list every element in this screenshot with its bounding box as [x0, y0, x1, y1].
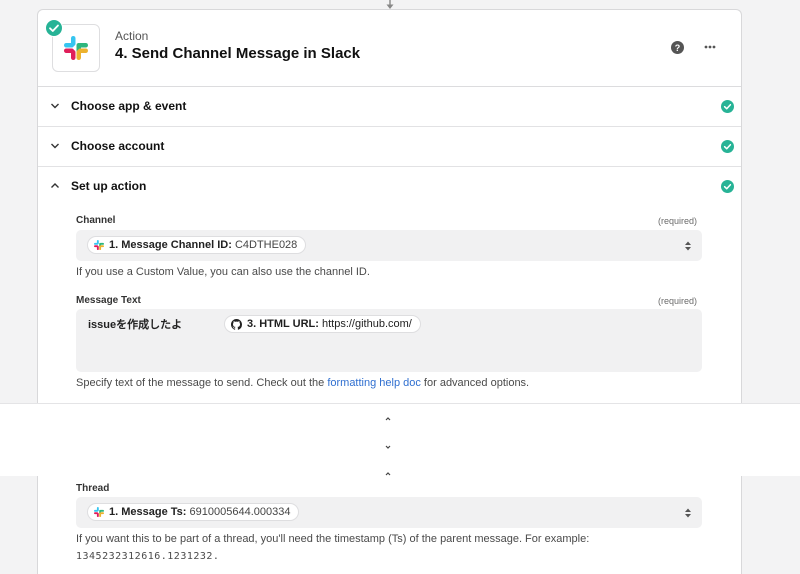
thread-label: Thread — [76, 483, 110, 494]
slack-logo-icon — [94, 240, 104, 250]
section-choose-app-event[interactable]: Choose app & event — [38, 87, 741, 127]
step-title[interactable]: 4. Send Channel Message in Slack — [115, 45, 360, 62]
thread-value-pill[interactable]: 1. Message Ts: 6910005644.000334 — [87, 503, 300, 521]
svg-text:?: ? — [675, 43, 681, 53]
check-circle-icon — [721, 180, 734, 193]
thread-select[interactable]: 1. Message Ts: 6910005644.000334 — [76, 497, 702, 528]
more-options-icon[interactable] — [704, 45, 716, 49]
chevron-down-icon — [51, 103, 59, 109]
thread-hint-line1: If you want this to be part of a thread,… — [76, 533, 590, 545]
expand-down-icon[interactable] — [385, 444, 391, 450]
pill-value: 6910005644.000334 — [189, 506, 291, 518]
pill-label: 1. Message Channel ID: — [109, 239, 232, 251]
html-url-pill[interactable]: 3. HTML URL: https://github.com/ — [224, 315, 421, 333]
hint-text: for advanced options. — [420, 377, 530, 389]
slack-logo-icon — [94, 507, 104, 517]
section-set-up-action[interactable]: Set up action — [38, 167, 741, 206]
message-text-required: (required) — [658, 296, 698, 306]
select-arrows-icon — [685, 508, 691, 518]
channel-select[interactable]: 1. Message Channel ID: C4DTHE028 — [76, 230, 702, 261]
action-step-card: Action 4. Send Channel Message in Slack … — [37, 9, 742, 403]
section-label: Choose app & event — [71, 99, 187, 113]
help-icon[interactable]: ? — [671, 41, 684, 54]
step-header[interactable]: Action 4. Send Channel Message in Slack … — [38, 10, 741, 87]
pill-value: https://github.com/ — [321, 318, 412, 330]
section-label: Set up action — [71, 179, 147, 193]
chevron-down-icon — [51, 143, 59, 149]
thread-hint-line2: 1345232312616.1231232. — [76, 551, 220, 562]
action-step-card-continued: Thread 1. Message Ts: 6910005644.000334 … — [37, 476, 742, 574]
select-arrows-icon — [685, 241, 691, 251]
collapsed-fields-gap — [0, 403, 800, 476]
channel-value-pill[interactable]: 1. Message Channel ID: C4DTHE028 — [87, 236, 307, 254]
message-text-prefix: issueを作成したよ — [88, 319, 183, 331]
chevron-up-icon — [51, 183, 59, 188]
check-circle-icon — [721, 100, 734, 113]
github-logo-icon — [231, 319, 242, 330]
message-text-label: Message Text — [76, 295, 141, 306]
step-kicker: Action — [115, 29, 149, 43]
pill-label: 1. Message Ts: — [109, 506, 187, 518]
channel-label: Channel — [76, 215, 116, 226]
section-choose-account[interactable]: Choose account — [38, 127, 741, 167]
expand-up-icon[interactable] — [385, 416, 391, 422]
pill-value: C4DTHE028 — [234, 239, 298, 251]
message-text-input[interactable]: issueを作成したよ 3. HTML URL: https://github.… — [76, 309, 702, 372]
pill-label: 3. HTML URL: — [247, 318, 319, 330]
formatting-help-link[interactable]: formatting help doc — [327, 377, 421, 389]
hint-text: Specify text of the message to send. Che… — [76, 377, 328, 389]
message-text-hint: Specify text of the message to send. Che… — [76, 377, 529, 389]
step-complete-check-icon — [45, 19, 63, 37]
channel-required: (required) — [658, 216, 698, 226]
section-label: Choose account — [71, 139, 165, 153]
channel-hint: If you use a Custom Value, you can also … — [76, 266, 370, 278]
check-circle-icon — [721, 140, 734, 153]
